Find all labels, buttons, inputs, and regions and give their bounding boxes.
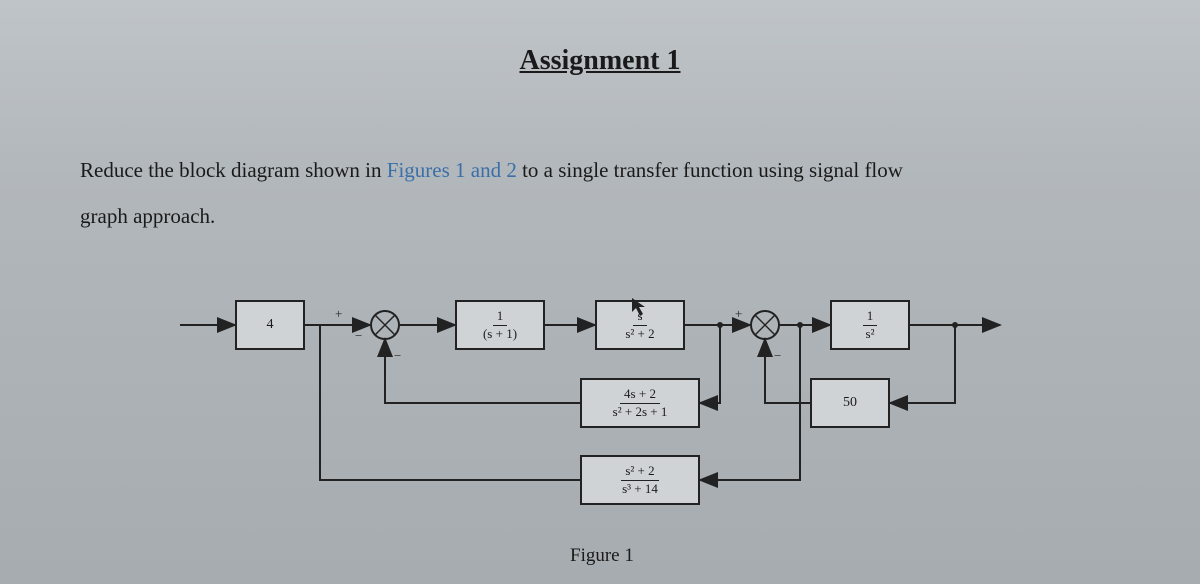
block-h1-num: 4s + 2 <box>620 387 660 403</box>
block-g3: 1 s² <box>830 300 910 350</box>
block-g2-den: s² + 2 <box>621 326 658 341</box>
svg-text:−: − <box>394 348 401 363</box>
block-h2-label: 50 <box>843 395 857 410</box>
svg-text:+: + <box>335 306 342 321</box>
block-g2: s s² + 2 <box>595 300 685 350</box>
block-g3-num: 1 <box>863 309 878 325</box>
block-h2: 50 <box>810 378 890 428</box>
problem-figures: Figures 1 and 2 <box>387 158 517 182</box>
block-g1: 1 (s + 1) <box>455 300 545 350</box>
block-g1-num: 1 <box>493 309 508 325</box>
block-h1: 4s + 2 s² + 2s + 1 <box>580 378 700 428</box>
block-h1-den: s² + 2s + 1 <box>609 404 672 419</box>
figure-caption: Figure 1 <box>570 545 634 567</box>
block-diagram: 4 + 1 (s + 1) <box>180 270 1020 570</box>
problem-text-b: to a single transfer function using sign… <box>517 158 903 182</box>
problem-statement: Reduce the block diagram shown in Figure… <box>80 147 1120 239</box>
svg-text:+: + <box>735 306 742 321</box>
block-h3: s² + 2 s³ + 14 <box>580 455 700 505</box>
svg-text:−: − <box>774 348 781 363</box>
problem-text-a: Reduce the block diagram shown in <box>80 158 387 182</box>
page-title: Assignment 1 <box>80 45 1120 77</box>
block-g0-label: 4 <box>267 317 274 332</box>
block-g3-den: s² <box>862 326 879 341</box>
problem-text-c: graph approach. <box>80 204 215 228</box>
block-h3-num: s² + 2 <box>621 464 658 480</box>
svg-text:−: − <box>355 328 362 343</box>
block-g0: 4 <box>235 300 305 350</box>
block-h3-den: s³ + 14 <box>618 481 662 496</box>
block-g1-den: (s + 1) <box>479 326 521 341</box>
